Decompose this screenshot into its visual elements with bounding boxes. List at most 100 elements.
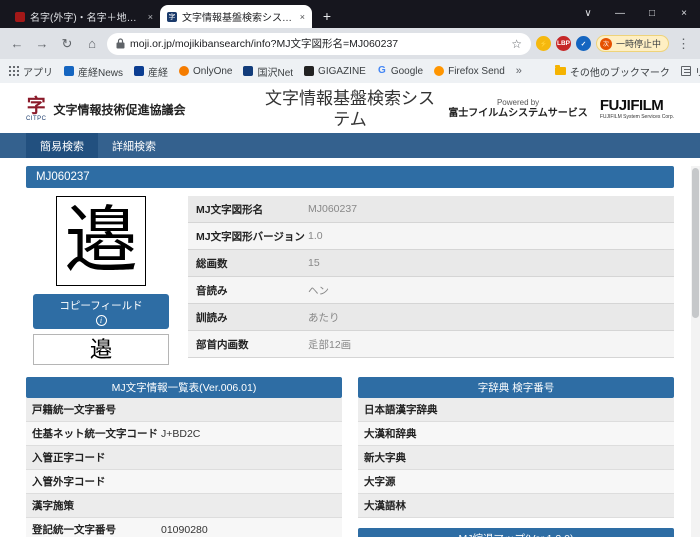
page-viewport: 字 CITPC 文字情報技術促進協議会 文字情報基盤検索システム Powered… [0, 83, 700, 537]
tab-close-icon[interactable]: × [148, 12, 153, 22]
tab-search-icon[interactable]: ∨ [572, 0, 604, 26]
bookmark-item[interactable]: 産経News [64, 64, 123, 79]
page-title: 文字情報基盤検索システム [258, 88, 443, 131]
row-label: 入管正字コード [26, 450, 161, 465]
extension-lbp-icon[interactable]: LBP [556, 36, 571, 51]
table-row: 音読み ヘン [188, 277, 674, 304]
row-value: あたり [308, 310, 340, 325]
powered-by-company: 富士フイルムシステムサービス [448, 108, 588, 121]
row-label: 登記統一文字番号 [26, 522, 161, 537]
row-label: 大漢語林 [358, 498, 493, 513]
minimize-button[interactable]: — [604, 0, 636, 26]
bookmarks-overflow-icon[interactable]: » [516, 65, 522, 77]
powered-by-label: Powered by [448, 98, 588, 108]
folder-icon [555, 67, 566, 75]
bookmark-item[interactable]: 産経 [134, 64, 168, 79]
reload-icon[interactable]: ↻ [57, 34, 77, 54]
lock-icon [116, 38, 125, 49]
table-row: 登記統一文字番号 01090280 [26, 518, 342, 537]
panel-body: 日本語漢字辞典 大漢和辞典 新大字典 大字源 大漢語林 [358, 398, 674, 518]
row-label: 音読み [188, 283, 308, 298]
nav-detail-search[interactable]: 詳細検索 [98, 133, 170, 158]
org-name: 文字情報技術促進協議会 [54, 101, 186, 118]
table-row: 大漢語林 [358, 494, 674, 518]
extension-check-icon[interactable]: ✓ [576, 36, 591, 51]
scrollbar-thumb[interactable] [692, 168, 699, 318]
dictionary-panel: 字辞典 検字番号 日本語漢字辞典 大漢和辞典 新大字典 大字源 [358, 377, 674, 537]
forward-icon[interactable]: → [32, 34, 52, 54]
tab-close-icon[interactable]: × [300, 12, 305, 22]
url-text: moji.or.jp/mojikibansearch/info?MJ文字図形名=… [130, 36, 506, 51]
site-nav: 簡易検索 詳細検索 [0, 133, 700, 158]
table-row: 訓読み あたり [188, 304, 674, 331]
bookmark-favicon [64, 66, 74, 76]
browser-menu-icon[interactable]: ⋮ [674, 36, 693, 52]
glyph-small: 邉 [90, 339, 112, 361]
content: MJ060237 邉 コピーフィールド i 邉 MJ文 [0, 158, 700, 537]
reading-list[interactable]: リーディング リスト [681, 64, 700, 79]
bookmark-star-icon[interactable]: ☆ [511, 37, 522, 51]
bottom-panels: MJ文字情報一覧表(Ver.006.01) 戸籍統一文字番号 住基ネット統一文字… [26, 377, 674, 537]
row-label: 住基ネット統一文字コード [26, 426, 161, 441]
table-row: 入管外字コード [26, 470, 342, 494]
paused-badge-label: 一時停止中 [616, 37, 661, 50]
info-icon[interactable]: i [96, 315, 107, 326]
google-icon: G [377, 66, 387, 76]
apps-label: アプリ [23, 64, 53, 79]
result-id-header: MJ060237 [26, 166, 674, 188]
extension-bolt-icon[interactable]: ⚡ [536, 36, 551, 51]
bookmark-item[interactable]: G Google [377, 66, 423, 77]
address-bar[interactable]: moji.or.jp/mojikibansearch/info?MJ文字図形名=… [107, 33, 531, 55]
copy-field-box[interactable]: 邉 [33, 334, 169, 365]
bookmark-label: 産経News [78, 64, 123, 79]
table-row: 住基ネット統一文字コード J+BD2C [26, 422, 342, 446]
org-logo-block[interactable]: 字 CITPC 文字情報技術促進協議会 [26, 97, 258, 122]
table-row: 大字源 [358, 470, 674, 494]
bookmark-favicon [243, 66, 253, 76]
mj-info-panel: MJ文字情報一覧表(Ver.006.01) 戸籍統一文字番号 住基ネット統一文字… [26, 377, 342, 537]
copy-field-button[interactable]: コピーフィールド i [33, 294, 169, 329]
glyph-box: 邉 [56, 196, 146, 286]
row-label: MJ文字図形名 [188, 202, 308, 217]
bookmark-item[interactable]: GIGAZINE [304, 66, 366, 77]
bookmark-label: OnlyOne [193, 66, 232, 77]
home-icon[interactable]: ⌂ [82, 34, 102, 54]
tab-inactive[interactable]: 名字(外字)・名字＋地名辞書総合 × [8, 5, 160, 28]
page-scrollbar[interactable] [691, 166, 700, 537]
row-label: MJ文字図形バージョン [188, 229, 308, 244]
table-row: 漢字施策 [26, 494, 342, 518]
table-row: MJ文字図形バージョン 1.0 [188, 223, 674, 250]
tab-title: 名字(外字)・名字＋地名辞書総合 [30, 9, 143, 24]
fujifilm-logo: FUJIFILM FUJIFILM System Services Corp. [600, 98, 674, 120]
other-bookmarks[interactable]: その他のブックマーク [555, 64, 670, 79]
back-icon[interactable]: ← [7, 34, 27, 54]
row-label: 戸籍統一文字番号 [26, 402, 161, 417]
maximize-button[interactable]: □ [636, 0, 668, 26]
table-row: 大漢和辞典 [358, 422, 674, 446]
tab-active[interactable]: 字 文字情報基盤検索システム × [160, 5, 312, 28]
row-value: 1.0 [308, 230, 323, 242]
bookmarks-bar: アプリ 産経News 産経 OnlyOne 国沢Net GIGAZINE G G… [0, 59, 700, 83]
apps-shortcut[interactable]: アプリ [9, 64, 53, 79]
bookmark-item[interactable]: OnlyOne [179, 66, 232, 77]
bookmark-label: Google [391, 66, 423, 77]
close-button[interactable]: × [668, 0, 700, 26]
bookmark-item[interactable]: 国沢Net [243, 64, 293, 79]
row-label: 大字源 [358, 474, 493, 489]
row-value: 15 [308, 257, 320, 269]
header-right: Powered by 富士フイルムシステムサービス FUJIFILM FUJIF… [443, 98, 675, 121]
citpc-logo-sub: CITPC [26, 116, 47, 122]
other-bookmarks-label: その他のブックマーク [570, 64, 670, 79]
row-value: 辵部12画 [308, 337, 351, 352]
apps-grid-icon [9, 66, 19, 76]
bookmark-favicon [134, 66, 144, 76]
glyph-column: 邉 コピーフィールド i 邉 [26, 196, 176, 365]
extension-paused-badge[interactable]: 次 一時停止中 [596, 35, 669, 52]
reading-list-label: リーディング リスト [695, 64, 700, 79]
copy-field-label: コピーフィールド [59, 298, 142, 313]
tab-title: 文字情報基盤検索システム [182, 9, 295, 24]
bookmark-label: 産経 [148, 64, 168, 79]
new-tab-button[interactable]: + [316, 5, 338, 27]
bookmark-item[interactable]: Firefox Send [434, 66, 505, 77]
nav-simple-search[interactable]: 簡易検索 [26, 133, 98, 158]
